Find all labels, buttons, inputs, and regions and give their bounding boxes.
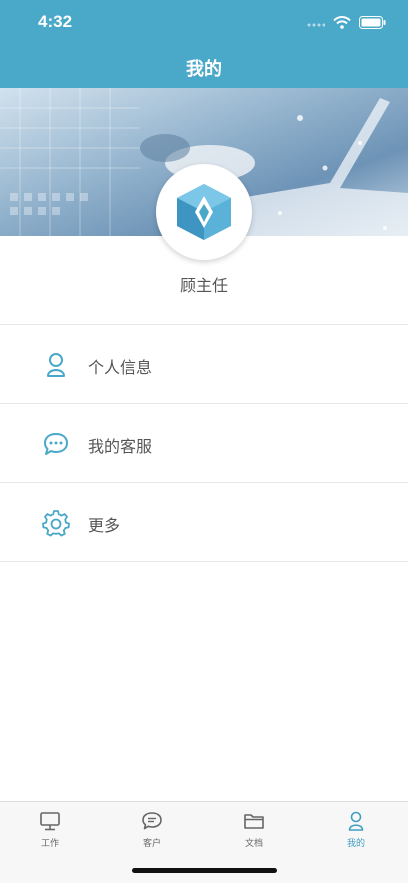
user-name: 顾主任: [179, 278, 228, 295]
person-icon: [348, 811, 364, 831]
menu-item-customer-service[interactable]: 我的客服: [0, 404, 408, 483]
folder-icon: [244, 814, 264, 829]
tab-documents[interactable]: 文档: [224, 810, 284, 849]
page-title: 我的: [186, 59, 222, 79]
status-icons: [307, 14, 386, 30]
menu-item-label: 个人信息: [88, 360, 153, 377]
monitor-icon: [40, 812, 60, 831]
tab-mine[interactable]: 我的: [326, 810, 386, 849]
tab-customers[interactable]: 客户: [122, 810, 182, 849]
menu-item-personal-info[interactable]: 个人信息: [0, 325, 408, 404]
tab-label: 客户: [142, 838, 161, 848]
person-icon: [47, 353, 65, 377]
nav-bar: 我的: [0, 44, 408, 88]
logo-icon: [177, 184, 231, 240]
menu-item-label: 更多: [88, 518, 121, 535]
tab-label: 文档: [244, 838, 263, 848]
menu-item-more[interactable]: 更多: [0, 483, 408, 562]
avatar[interactable]: [156, 164, 252, 260]
wifi-icon: [333, 15, 351, 29]
gear-icon: [42, 510, 70, 537]
status-bar: 4:32: [0, 0, 408, 44]
signal-icon: [307, 23, 325, 27]
profile-menu: 个人信息 我的客服 更多: [0, 324, 408, 562]
tab-work[interactable]: 工作: [20, 810, 80, 849]
menu-item-label: 我的客服: [88, 439, 153, 456]
tab-label: 工作: [40, 838, 59, 848]
tab-label: 我的: [346, 838, 365, 848]
home-indicator: [132, 868, 277, 873]
battery-icon: [359, 15, 386, 29]
status-time: 4:32: [38, 12, 73, 31]
chat-bubble-icon: [142, 812, 162, 830]
chat-icon: [44, 433, 68, 455]
